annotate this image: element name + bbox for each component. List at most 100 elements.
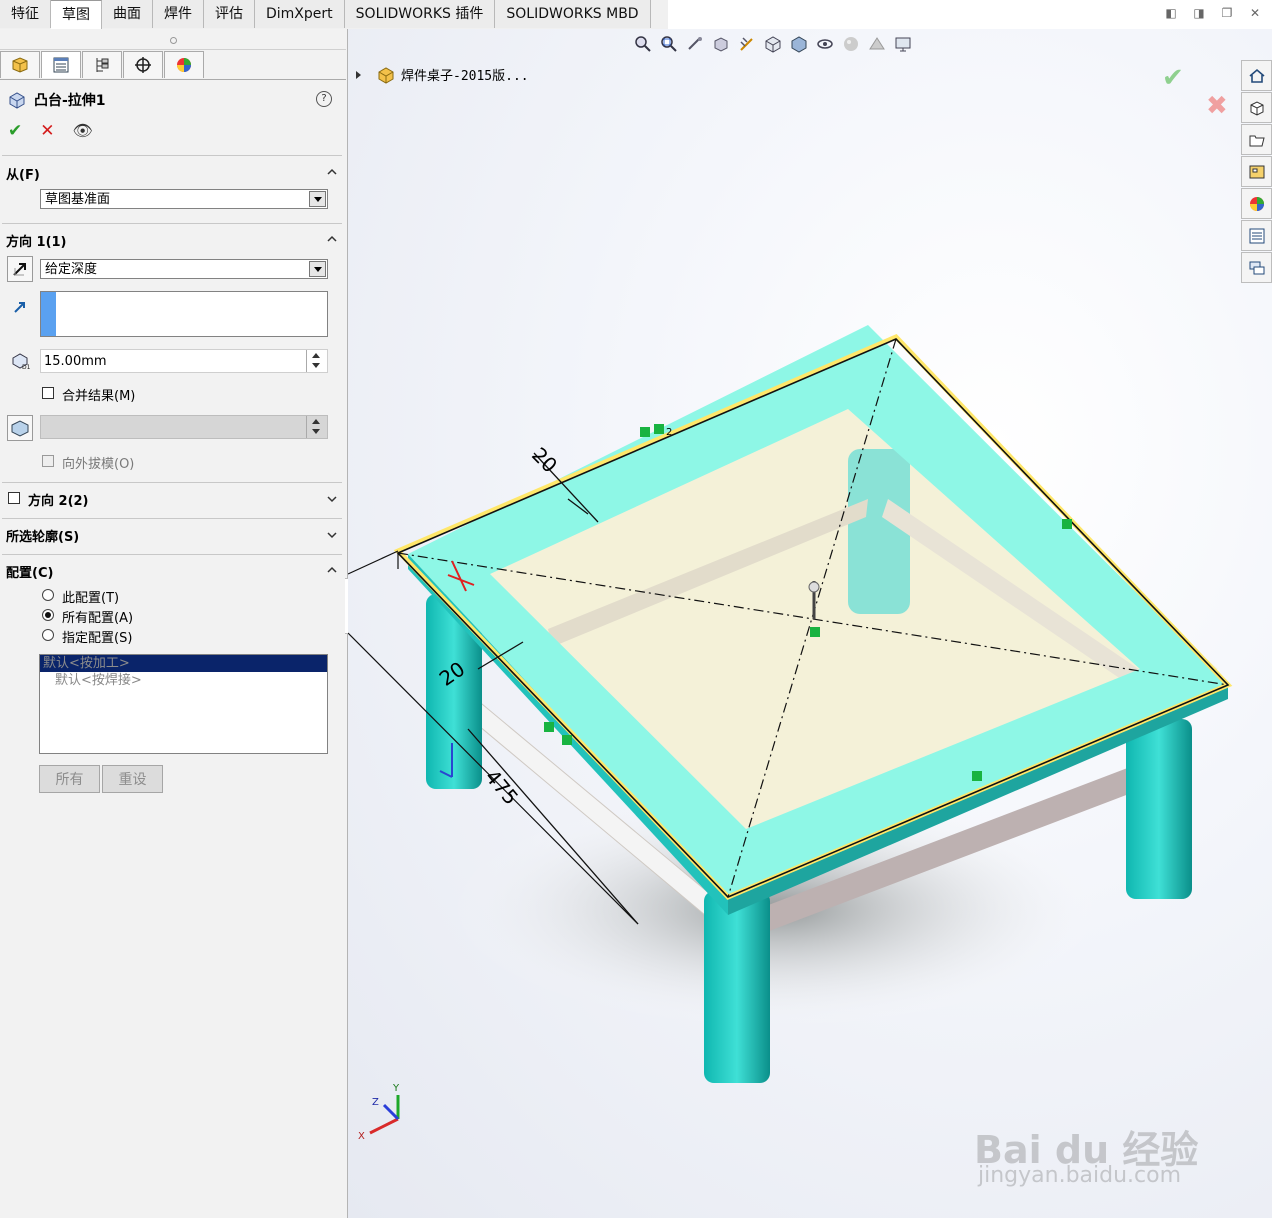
close-icon[interactable]: ✕	[1248, 6, 1262, 20]
relation-glyph	[640, 427, 650, 437]
draft-outward-checkbox[interactable]	[42, 455, 54, 467]
back-leg	[848, 449, 910, 614]
tab-mbd[interactable]: SOLIDWORKS MBD	[495, 0, 651, 28]
tab-sketch[interactable]: 草图	[51, 0, 102, 30]
chevron-up-icon[interactable]	[327, 565, 337, 575]
feature-title: 凸台-拉伸1 ?	[8, 89, 338, 111]
tab-addins[interactable]: SOLIDWORKS 插件	[344, 0, 496, 28]
config-section-header[interactable]: 配置(C)	[6, 562, 53, 581]
boss-extrude-icon	[9, 92, 25, 109]
svg-text:D1: D1	[22, 364, 31, 370]
relation-tag: 2	[666, 427, 672, 438]
relation-glyph	[544, 722, 554, 732]
preview-eye-icon[interactable]: 👁	[73, 121, 93, 141]
this-config-label: 此配置(T)	[62, 591, 120, 606]
config-listbox[interactable]: 默认<按加工> 默认<按焊接>	[39, 654, 328, 754]
divider	[2, 518, 342, 519]
divider	[2, 155, 342, 156]
appearance-ball-icon	[177, 58, 191, 72]
home-icon[interactable]	[1241, 60, 1272, 91]
configuration-manager-tab[interactable]	[82, 51, 122, 78]
tab-evaluate[interactable]: 评估	[204, 0, 255, 28]
file-explorer-icon[interactable]	[1241, 124, 1272, 155]
reverse-direction-button[interactable]	[7, 256, 33, 282]
merge-result-checkbox[interactable]	[42, 387, 54, 399]
merge-result-label: 合并结果(M)	[62, 389, 136, 404]
specified-config-label: 指定配置(S)	[62, 631, 133, 646]
config-list-item[interactable]: 默认<按焊接>	[40, 672, 327, 689]
draft-angle-input[interactable]	[40, 415, 328, 439]
appearances-icon[interactable]	[1241, 188, 1272, 219]
relation-glyph	[810, 627, 820, 637]
direction2-section-header[interactable]: 方向 2(2)	[28, 490, 89, 509]
tab-weldments[interactable]: 焊件	[153, 0, 204, 28]
property-manager-tab[interactable]	[41, 51, 81, 78]
custom-properties-icon[interactable]	[1241, 220, 1272, 251]
relation-glyph	[654, 424, 664, 434]
restore-icon[interactable]: ❐	[1220, 6, 1234, 20]
relation-glyph	[562, 735, 572, 745]
all-config-radio[interactable]	[42, 609, 54, 621]
tab-features[interactable]: 特征	[0, 0, 51, 28]
model-viewport: 20 20 475 2 Y X Z	[348, 325, 1233, 1142]
draft-icon	[11, 420, 29, 437]
dropdown-arrow-icon[interactable]	[309, 261, 326, 277]
display-manager-tab[interactable]	[164, 51, 204, 78]
feature-manager-tab[interactable]	[0, 51, 40, 78]
cancel-button[interactable]: ✕	[40, 121, 54, 141]
reverse-arrow-icon	[13, 263, 26, 276]
end-condition-select[interactable]: 给定深度	[40, 259, 328, 279]
task-pane	[1241, 60, 1272, 284]
ok-cancel-row: ✔ ✕ 👁	[8, 121, 93, 141]
draft-spinner[interactable]	[306, 416, 327, 438]
graphics-area[interactable]: 焊件桌子-2015版... ✔ ✖ 20 20 475 2 Y X Z Bai …	[348, 29, 1272, 1218]
relation-glyph	[1062, 519, 1072, 529]
triad-x-axis	[369, 1117, 399, 1135]
dimxpert-manager-tab[interactable]	[123, 51, 163, 78]
depth-input[interactable]: 15.00mm	[40, 349, 328, 373]
design-library-icon[interactable]	[1241, 92, 1272, 123]
this-config-radio[interactable]	[42, 589, 54, 601]
window-controls: ◧ ◨ ❐ ✕	[1164, 6, 1262, 20]
tab-surfaces[interactable]: 曲面	[102, 0, 153, 28]
manager-tabs	[0, 51, 346, 80]
view-palette-icon[interactable]	[1241, 156, 1272, 187]
triad-z-axis	[382, 1103, 400, 1121]
selection-focus-bar	[41, 292, 56, 336]
depth-spinner[interactable]	[306, 350, 327, 372]
chevron-up-icon[interactable]	[327, 234, 337, 244]
divider	[2, 482, 342, 483]
selected-contours-header[interactable]: 所选轮廓(S)	[6, 526, 79, 545]
panel-grip[interactable]	[0, 29, 346, 50]
triad-y-label: Y	[392, 1083, 400, 1094]
ok-button[interactable]: ✔	[8, 121, 22, 141]
reset-button[interactable]: 重设	[102, 765, 163, 793]
chevron-down-icon[interactable]	[327, 530, 337, 540]
specified-config-radio[interactable]	[42, 629, 54, 641]
property-list-icon	[53, 57, 69, 73]
tile-left-icon[interactable]: ◧	[1164, 6, 1178, 20]
all-button[interactable]: 所有	[39, 765, 100, 793]
direction2-checkbox[interactable]	[8, 492, 20, 504]
tab-dimxpert[interactable]: DimXpert	[255, 0, 345, 28]
tile-right-icon[interactable]: ◨	[1192, 6, 1206, 20]
leg	[704, 891, 770, 1083]
from-select[interactable]: 草图基准面	[40, 189, 328, 209]
direction-selection-box[interactable]	[40, 291, 328, 337]
draft-toggle-button[interactable]	[7, 415, 33, 441]
forum-icon[interactable]	[1241, 252, 1272, 283]
config-list-item[interactable]: 默认<按加工>	[40, 655, 327, 672]
chevron-down-icon[interactable]	[327, 494, 337, 504]
dimension-20-top[interactable]: 20	[527, 443, 562, 478]
help-button[interactable]: ?	[316, 91, 332, 107]
all-config-label: 所有配置(A)	[62, 611, 134, 626]
direction1-section-header[interactable]: 方向 1(1)	[6, 231, 67, 250]
divider	[2, 554, 342, 555]
divider	[2, 223, 342, 224]
from-section-header[interactable]: 从(F)	[6, 164, 40, 183]
chevron-up-icon[interactable]	[327, 167, 337, 177]
crosshair-icon	[135, 57, 151, 73]
dropdown-arrow-icon[interactable]	[309, 191, 326, 207]
from-select-value: 草图基准面	[45, 192, 111, 207]
leg	[1126, 719, 1192, 899]
